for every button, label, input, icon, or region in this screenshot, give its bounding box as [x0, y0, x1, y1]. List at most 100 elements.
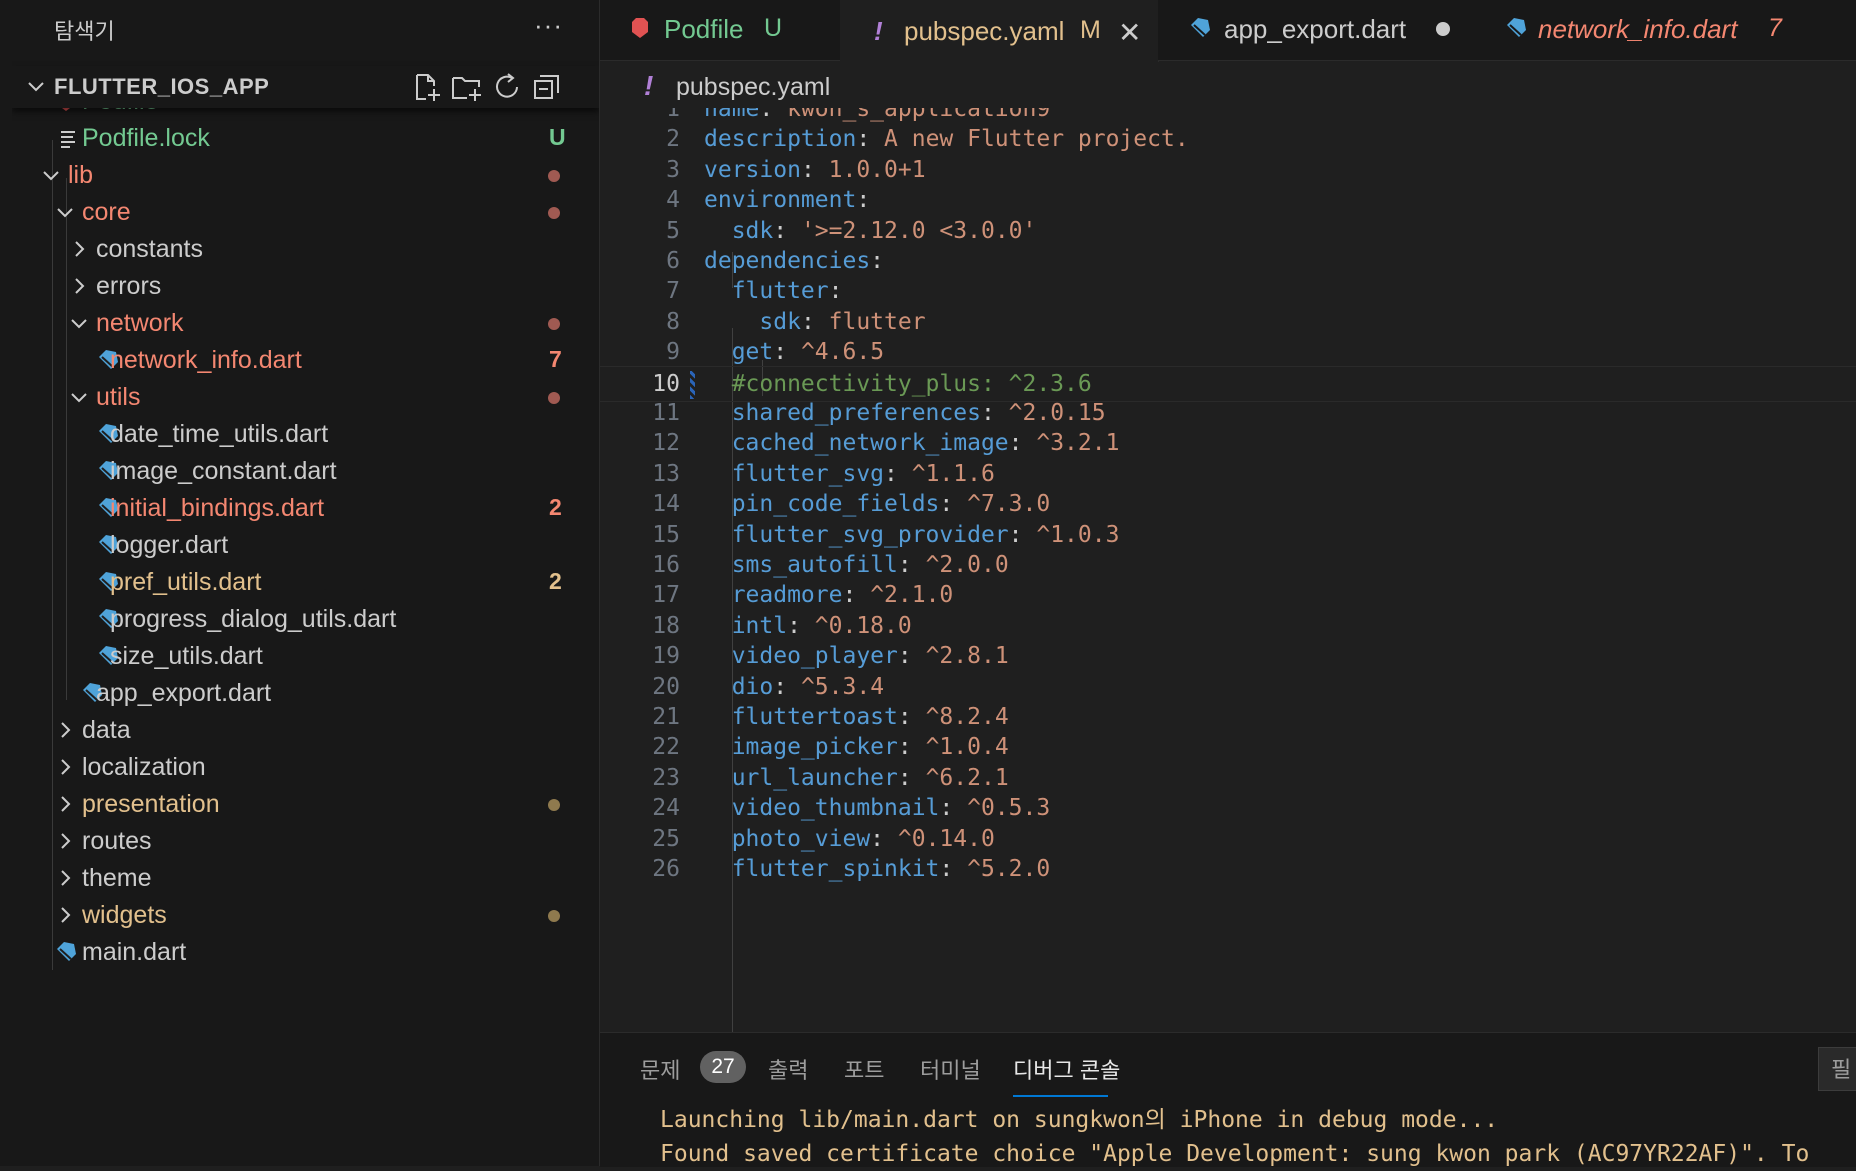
project-section-header[interactable]: FLUTTER_IOS_APP — [12, 66, 599, 108]
tree-item-label: core — [82, 198, 131, 226]
line-number: 7 — [666, 278, 680, 305]
yaml-key: name — [704, 108, 760, 122]
chevron-down-icon — [71, 319, 87, 329]
status-dot — [548, 170, 560, 182]
tree-item-label: date_time_utils.dart — [110, 420, 329, 448]
breadcrumb-file[interactable]: pubspec.yaml — [676, 73, 830, 102]
tree-item-label: localization — [82, 753, 206, 781]
code-text: video_thumbnail: ^0.5.3 — [704, 795, 1051, 822]
line-number: 8 — [666, 308, 680, 335]
refresh-icon[interactable] — [490, 70, 524, 104]
yaml-value: ^0.14.0 — [897, 825, 995, 852]
yaml-key: url_launcher — [704, 764, 898, 791]
line-number: 6 — [666, 248, 680, 274]
yaml-key: photo_view — [704, 825, 871, 852]
yaml-separator: : — [1008, 521, 1037, 548]
tab-debug-console[interactable]: 디버그 콘솔 — [1013, 1053, 1120, 1085]
chevron-right-icon — [75, 241, 85, 257]
line-number: 3 — [666, 156, 680, 183]
yaml-value: ^1.1.6 — [911, 460, 995, 487]
code-text: photo_view: ^0.14.0 — [704, 826, 995, 852]
yaml-separator: : — [939, 795, 968, 822]
yaml-key: flutter — [704, 278, 829, 305]
line-number: 19 — [652, 643, 680, 670]
tab-network-info[interactable]: network_info.dart 7 — [1474, 0, 1856, 60]
yaml-value: ^7.3.0 — [967, 491, 1051, 518]
yaml-value: ^2.0.0 — [925, 552, 1009, 578]
chevron-down-icon — [43, 171, 59, 181]
yaml-separator: : — [980, 400, 1009, 426]
tree-item-label: theme — [82, 864, 152, 892]
line-number: 12 — [652, 430, 680, 457]
tab-problems[interactable]: 문제 — [640, 1053, 680, 1085]
yaml-key: pin_code_fields — [704, 491, 940, 518]
more-actions-icon[interactable]: ··· — [534, 10, 563, 41]
lines-file-icon — [56, 126, 80, 150]
chevron-right-icon — [61, 759, 71, 775]
yaml-separator: : — [897, 704, 926, 730]
yaml-value: ^8.2.4 — [925, 704, 1009, 730]
line-number: 26 — [652, 856, 680, 882]
yaml-value: kwon_s_application9 — [787, 108, 1051, 122]
code-text: pin_code_fields: ^7.3.0 — [704, 491, 1051, 518]
tree-item-main[interactable]: main.dart — [12, 931, 599, 975]
tab-terminal[interactable]: 터미널 — [920, 1053, 981, 1085]
debug-console-output: Launching lib/main.dart on sungkwon의 iPh… — [660, 1103, 1809, 1171]
git-status-badge: U — [764, 14, 783, 42]
yaml-value: '>=2.12.0 <3.0.0' — [800, 217, 1037, 244]
breadcrumb[interactable]: ! pubspec.yaml — [600, 62, 1856, 112]
yaml-key: flutter_spinkit — [704, 856, 940, 882]
tab-pubspec-yaml[interactable]: ! pubspec.yaml M ✕ — [840, 0, 1159, 62]
tree-item-label: widgets — [82, 901, 167, 929]
tree-item-label: pref_utils.dart — [110, 568, 262, 596]
close-icon[interactable]: ✕ — [1118, 16, 1141, 49]
yaml-value: ^5.3.4 — [800, 673, 885, 700]
dart-file-icon — [1504, 16, 1528, 40]
yaml-key: video_player — [704, 643, 898, 670]
problem-count-badge: 2 — [549, 568, 562, 594]
yaml-value: ^4.6.5 — [800, 339, 885, 366]
unsaved-dot-icon[interactable] — [1436, 22, 1450, 36]
line-number: 24 — [652, 795, 680, 822]
yaml-separator: : — [856, 187, 871, 214]
code-editor[interactable]: 1 name: kwon_s_application9 2 description: … — [600, 108, 1856, 1032]
yaml-key: video_thumbnail — [704, 795, 940, 822]
tab-output[interactable]: 출력 — [768, 1053, 808, 1085]
yaml-separator: : — [870, 825, 898, 852]
chevron-down-icon — [28, 82, 44, 92]
yaml-value: ^6.2.1 — [925, 764, 1009, 791]
line-number: 17 — [652, 582, 680, 609]
yaml-key: flutter_svg — [704, 460, 885, 487]
code-text: description: A new Flutter project. — [704, 126, 1189, 152]
yaml-key: image_picker — [704, 734, 898, 761]
new-file-icon[interactable] — [410, 70, 444, 104]
new-folder-icon[interactable] — [450, 70, 484, 104]
tab-app-export[interactable]: app_export.dart — [1158, 0, 1475, 60]
yaml-key: description — [704, 126, 857, 153]
collapse-all-icon[interactable] — [530, 70, 564, 104]
yaml-key: sms_autofill — [704, 552, 898, 578]
status-dot — [548, 318, 560, 330]
line-number: 18 — [652, 612, 680, 639]
problems-count-badge: 27 — [700, 1051, 746, 1083]
tab-podfile[interactable]: Podfile U — [600, 0, 841, 60]
yaml-separator: : — [897, 734, 926, 761]
code-text: intl: ^0.18.0 — [704, 613, 912, 639]
modified-line-marker[interactable] — [690, 370, 695, 399]
line-number: 25 — [652, 825, 680, 852]
line-number: 13 — [652, 460, 680, 487]
code-line[interactable]: 26 flutter_spinkit: ^5.2.0 — [600, 852, 1856, 888]
tab-label: pubspec.yaml — [904, 16, 1065, 46]
chevron-right-icon — [61, 907, 71, 923]
tab-ports[interactable]: 포트 — [844, 1053, 884, 1085]
line-number: 15 — [652, 521, 680, 548]
yaml-key: flutter_svg_provider — [704, 521, 1009, 548]
code-text: url_launcher: ^6.2.1 — [704, 765, 1009, 791]
yaml-value: ^1.0.3 — [1036, 521, 1120, 548]
filter-input[interactable]: 필 — [1818, 1047, 1856, 1091]
yaml-value: A new Flutter project. — [884, 126, 1189, 153]
tab-label: app_export.dart — [1224, 14, 1407, 44]
yaml-key: dependencies — [704, 248, 871, 274]
code-text: dependencies: — [704, 248, 884, 274]
line-number: 21 — [652, 704, 680, 730]
